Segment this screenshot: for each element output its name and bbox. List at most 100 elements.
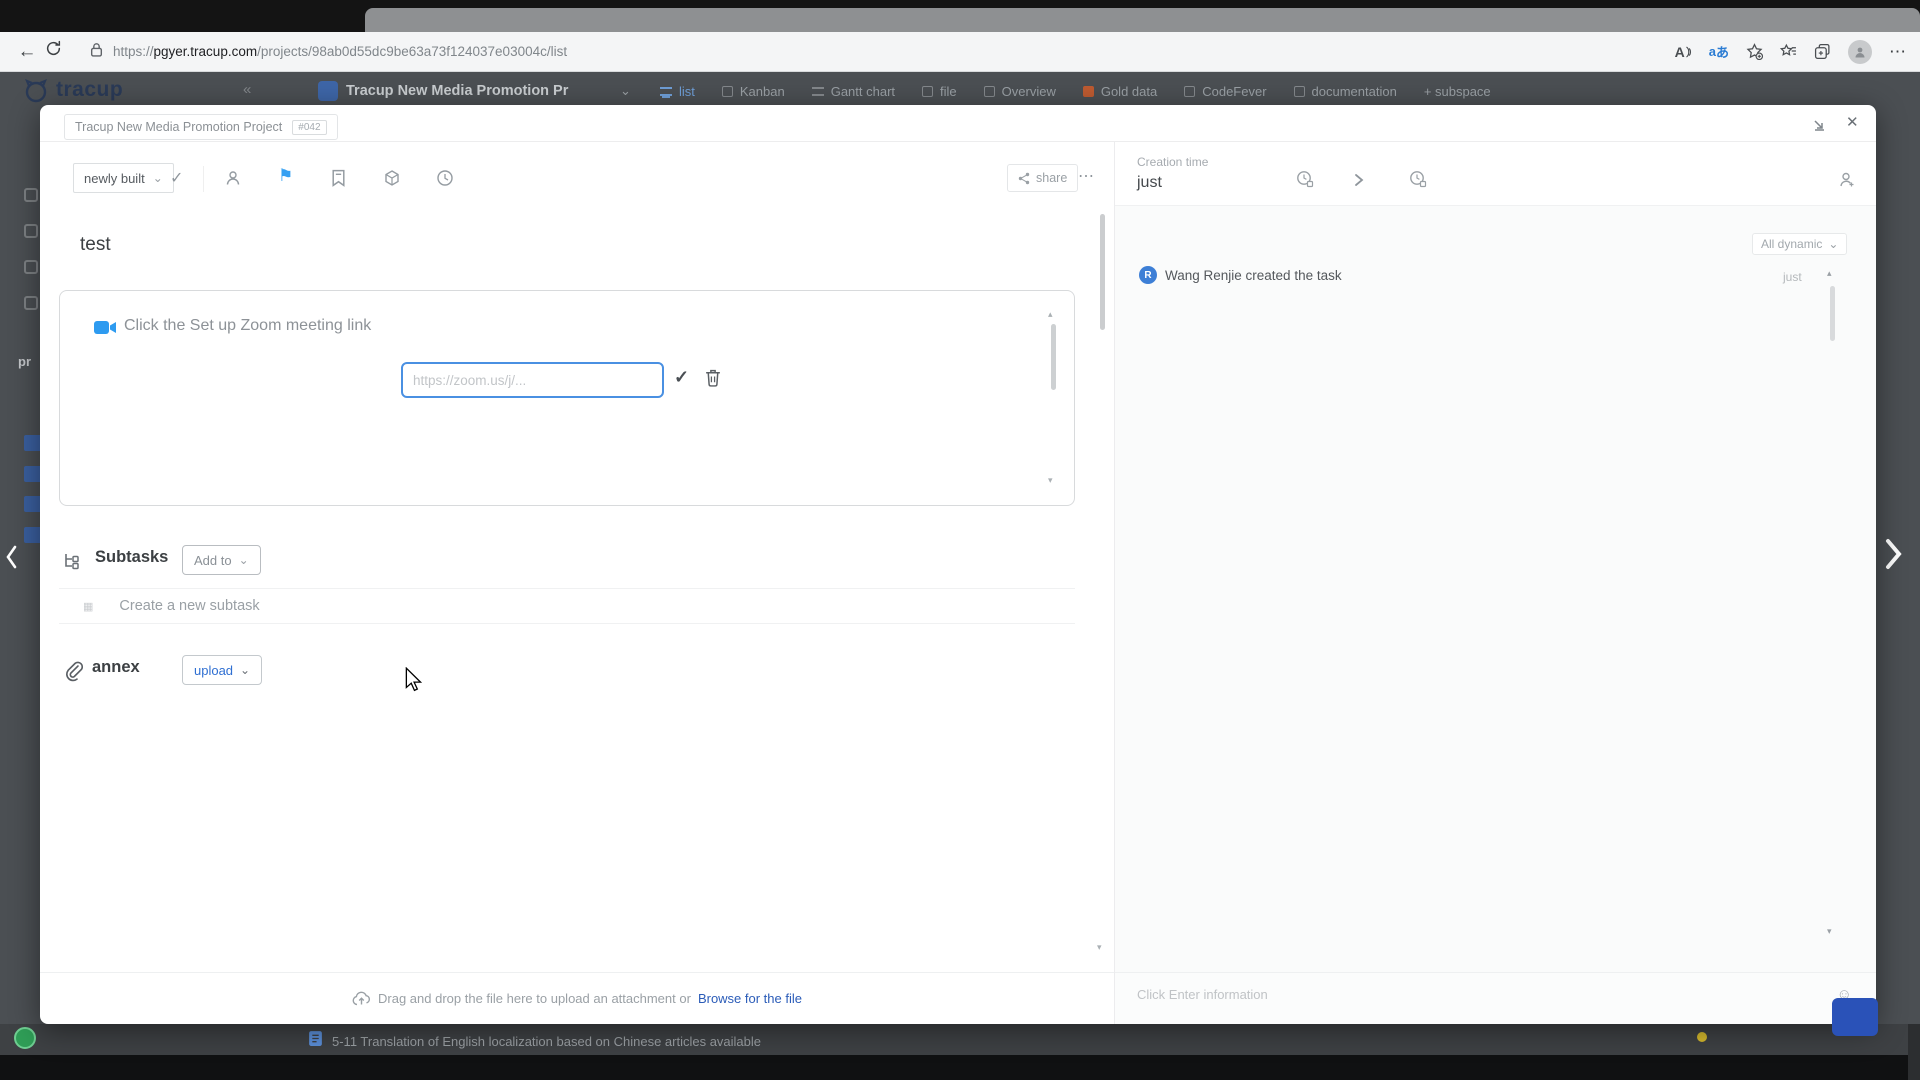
subtasks-tree-icon	[63, 552, 85, 575]
panel-scroll-down-icon[interactable]: ▾	[1827, 926, 1832, 937]
start-time-icon[interactable]	[1296, 170, 1314, 193]
prev-task-chevron[interactable]	[4, 544, 18, 575]
refresh-icon[interactable]	[40, 40, 66, 63]
tab-kanban[interactable]: Kanban	[722, 84, 785, 99]
tab-codefever[interactable]: CodeFever	[1184, 84, 1266, 99]
comment-input[interactable]	[1137, 987, 1777, 1002]
sidebar-icon-1[interactable]	[24, 188, 38, 202]
panel-scrollbar-thumb[interactable]	[1830, 286, 1835, 341]
activity-filter-dropdown[interactable]: All dynamic ⌄	[1752, 233, 1847, 255]
module-cube-icon[interactable]	[383, 169, 401, 192]
box-scroll-down-icon[interactable]: ▾	[1048, 475, 1053, 486]
gold-data-icon	[1083, 86, 1094, 97]
expand-corner-icon[interactable]	[1812, 118, 1827, 138]
description-box[interactable]: Click the Set up Zoom meeting link ✓ ▴ ▾	[59, 290, 1075, 506]
task-title[interactable]: test	[80, 234, 111, 256]
share-button[interactable]: share	[1007, 164, 1078, 192]
documentation-icon	[1294, 86, 1305, 97]
assignee-icon[interactable]	[224, 169, 242, 192]
cloud-upload-icon	[352, 991, 371, 1006]
upload-button[interactable]: upload ⌄	[182, 655, 262, 685]
file-icon	[922, 86, 933, 97]
background-task-strip	[0, 1024, 1920, 1055]
sidebar-icon-4[interactable]	[24, 296, 38, 310]
zoom-link-input[interactable]	[401, 362, 664, 398]
chevron-right-icon	[1353, 173, 1365, 192]
page-scrollbar[interactable]	[1908, 1024, 1920, 1080]
tab-gantt[interactable]: Gantt chart	[812, 84, 895, 99]
tab-overview[interactable]: Overview	[984, 84, 1056, 99]
main-scrollbar-thumb[interactable]	[1100, 214, 1105, 330]
url-domain: pgyer.tracup.com	[154, 44, 258, 59]
annex-heading: annex	[92, 658, 140, 677]
tab-list[interactable]: list	[660, 84, 695, 99]
activity-panel-header: Creation time just	[1115, 142, 1876, 206]
browse-file-link[interactable]: Browse for the file	[698, 991, 802, 1006]
read-aloud-icon[interactable]: A	[1675, 44, 1692, 60]
floating-action-button[interactable]	[1832, 998, 1878, 1036]
paperclip-icon	[63, 660, 83, 687]
status-label: newly built	[84, 171, 145, 186]
breadcrumb-label: Tracup New Media Promotion Project	[75, 120, 282, 134]
tab-add-subspace[interactable]: + subspace	[1424, 84, 1491, 99]
main-scroll-down-icon[interactable]: ▾	[1097, 942, 1102, 953]
sidebar-icon-3[interactable]	[24, 260, 38, 274]
url-path: /projects/98ab0d55dc9be63a73f124037e0300…	[257, 44, 567, 59]
add-member-icon[interactable]	[1837, 170, 1856, 194]
complete-check-icon[interactable]: ✓	[170, 168, 183, 188]
share-label: share	[1036, 171, 1067, 185]
kanban-icon	[722, 86, 733, 97]
favorites-add-icon[interactable]	[1746, 43, 1763, 60]
confirm-check-icon[interactable]: ✓	[674, 367, 689, 388]
attachment-dropzone[interactable]: Drag and drop the file here to upload an…	[40, 972, 1114, 1024]
chevron-down-icon: ⌄	[1828, 237, 1838, 251]
create-subtask-label: Create a new subtask	[119, 598, 259, 614]
back-icon[interactable]: ←	[14, 41, 40, 63]
url-scheme: https://	[113, 44, 154, 59]
tab-file[interactable]: file	[922, 84, 957, 99]
codefever-icon	[1184, 86, 1195, 97]
screen: ← https://pgyer.tracup.com/projects/98ab…	[0, 0, 1920, 1080]
url-bar[interactable]: https://pgyer.tracup.com/projects/98ab0d…	[113, 44, 567, 59]
tab-documentation[interactable]: documentation	[1294, 84, 1397, 99]
zoom-link-prompt[interactable]: Click the Set up Zoom meeting link	[124, 317, 371, 335]
status-dropdown[interactable]: newly built ⌄	[73, 163, 174, 193]
due-time-icon[interactable]	[436, 169, 454, 192]
lock-icon[interactable]	[90, 42, 103, 62]
background-task-title[interactable]: 5-11 Translation of English localization…	[332, 1034, 761, 1049]
sidebar-icon-2[interactable]	[24, 224, 38, 238]
collections-icon[interactable]	[1780, 43, 1797, 60]
panel-scroll-up-icon[interactable]: ▴	[1827, 268, 1832, 279]
profile-avatar[interactable]	[1848, 40, 1872, 64]
help-bubble-icon[interactable]	[14, 1027, 36, 1049]
activity-feed: All dynamic ⌄ R Wang Renjie created the …	[1115, 206, 1876, 972]
task-detail-modal: Tracup New Media Promotion Project #042 …	[40, 105, 1876, 1024]
toolbar-divider	[203, 166, 204, 192]
browser-tab[interactable]	[365, 8, 1920, 32]
end-time-icon[interactable]	[1409, 170, 1427, 193]
box-scroll-up-icon[interactable]: ▴	[1048, 309, 1053, 320]
bookmark-icon[interactable]	[330, 169, 347, 192]
sidebar-section-label: pr	[18, 354, 31, 369]
close-icon[interactable]: ✕	[1846, 113, 1859, 131]
sidebar-collapse-icon[interactable]: «	[243, 81, 251, 98]
list-icon	[660, 87, 672, 96]
add-to-button[interactable]: Add to ⌄	[182, 545, 261, 575]
delete-trash-icon[interactable]	[704, 368, 722, 392]
upload-hint-text: Drag and drop the file here to upload an…	[378, 991, 691, 1006]
project-chevron-icon[interactable]: ⌄	[620, 83, 631, 99]
priority-flag-icon[interactable]: ⚑	[278, 166, 293, 186]
tab-actions-icon[interactable]	[1814, 43, 1831, 60]
next-task-chevron[interactable]	[1884, 538, 1902, 575]
tab-gold-data[interactable]: Gold data	[1083, 84, 1157, 99]
task-id-badge: #042	[292, 120, 326, 135]
more-actions-icon[interactable]: ⋯	[1078, 166, 1095, 186]
breadcrumb[interactable]: Tracup New Media Promotion Project #042	[64, 114, 338, 140]
project-name[interactable]: Tracup New Media Promotion Pr	[346, 83, 568, 99]
translate-icon[interactable]: aあ	[1709, 42, 1729, 61]
avatar: R	[1139, 266, 1157, 284]
browser-menu-icon[interactable]: ⋯	[1889, 42, 1906, 62]
subtasks-heading: Subtasks	[95, 548, 168, 567]
create-subtask-row[interactable]: ▦ Create a new subtask	[59, 588, 1075, 624]
box-scrollbar-thumb[interactable]	[1051, 324, 1056, 390]
